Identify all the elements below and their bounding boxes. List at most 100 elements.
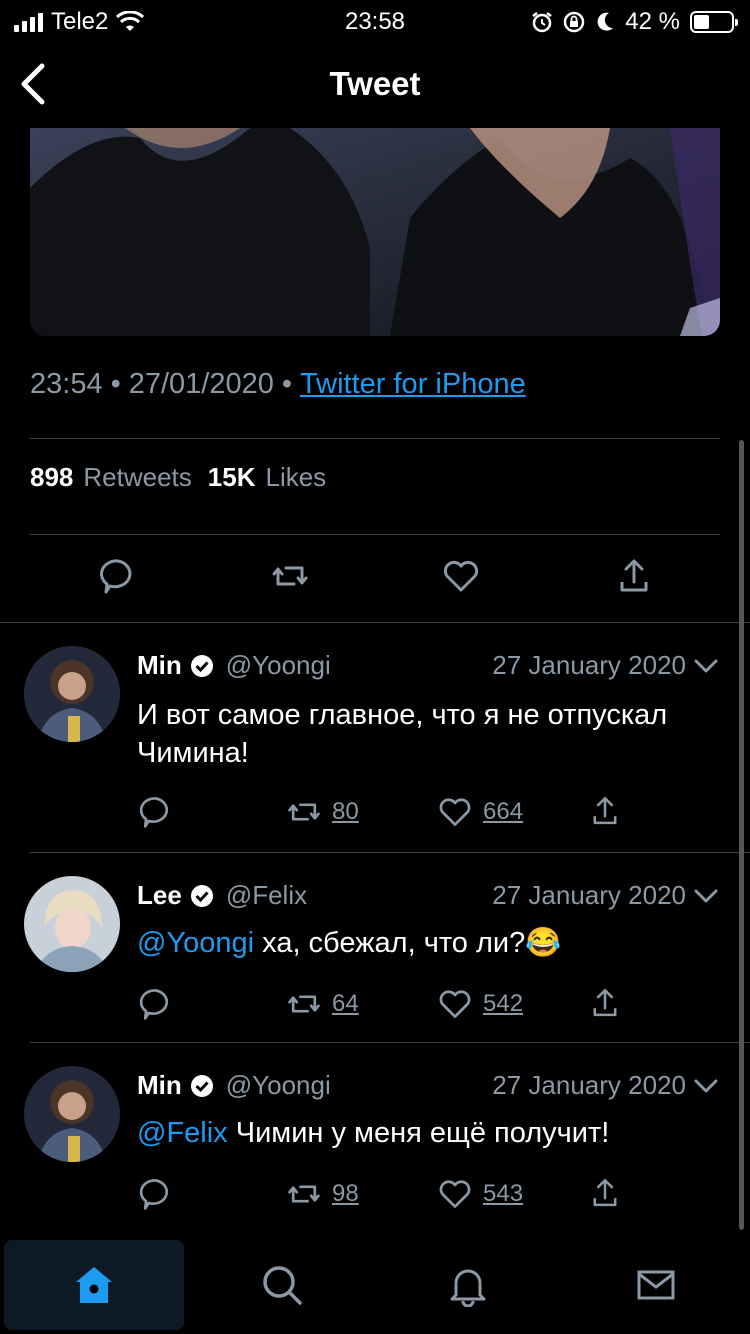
share-icon <box>593 1178 617 1207</box>
retweet-button[interactable]: 98 <box>286 1176 359 1212</box>
bell-icon <box>450 1269 486 1307</box>
author-handle[interactable]: @Felix <box>226 880 307 911</box>
reply-icon <box>139 1179 169 1210</box>
mail-icon <box>637 1270 675 1300</box>
reply-date: 27 January 2020 <box>492 650 686 680</box>
verified-icon <box>190 1074 213 1097</box>
reply-icon <box>139 989 169 1020</box>
avatar[interactable] <box>24 876 120 972</box>
tab-notifications[interactable] <box>378 1240 558 1330</box>
reply-date: 27 January 2020 <box>492 880 686 910</box>
reply-tweet[interactable]: Lee @Felix 27 January 2020 @Yoongi ха, с… <box>0 852 750 1042</box>
status-bar: Tele2 23:58 42 % <box>0 0 750 40</box>
reply-author: Min @Yoongi <box>137 1070 331 1101</box>
reply-tweet[interactable]: Min @Yoongi 27 January 2020 @Felix Чимин… <box>0 1042 750 1232</box>
retweet-icon <box>288 803 320 821</box>
tab-messages[interactable] <box>566 1240 746 1330</box>
rotation-lock-icon <box>564 11 585 33</box>
reply-actions: 64 542 <box>0 986 750 1026</box>
avatar[interactable] <box>24 1066 120 1162</box>
likes-label[interactable]: Likes <box>265 462 326 493</box>
meta-separator: • <box>110 368 121 400</box>
retweet-count[interactable]: 98 <box>332 1180 359 1208</box>
reply-date: 27 January 2020 <box>492 1070 686 1100</box>
tweet-stats: 898 Retweets 15K Likes <box>30 462 332 493</box>
like-icon <box>439 798 471 826</box>
tweet-date: 27/01/2020 <box>128 368 274 400</box>
reply-button[interactable] <box>138 986 174 1022</box>
reply-actions: 98 543 <box>0 1176 750 1216</box>
reply-author: Lee @Felix <box>137 880 307 911</box>
reply-mention[interactable]: @Yoongi <box>137 927 254 959</box>
chevron-down-icon[interactable] <box>692 1072 720 1100</box>
share-button[interactable] <box>588 1176 622 1210</box>
chevron-down-icon[interactable] <box>692 652 720 680</box>
avatar[interactable] <box>24 646 120 742</box>
tab-search[interactable] <box>192 1240 372 1330</box>
share-button[interactable] <box>588 794 622 828</box>
reply-actions: 80 664 <box>0 794 750 834</box>
tab-bar <box>0 1236 750 1334</box>
search-icon <box>263 1266 302 1305</box>
scrollbar[interactable] <box>739 440 744 1230</box>
like-icon[interactable] <box>441 556 481 596</box>
retweets-count[interactable]: 898 <box>30 462 73 493</box>
page-title: Tweet <box>329 65 421 102</box>
reply-body: ха, сбежал, что ли?😂 <box>262 927 562 959</box>
retweet-icon[interactable] <box>270 556 310 596</box>
reply-tweet[interactable]: Min @Yoongi 27 January 2020 И вот самое … <box>0 622 750 852</box>
retweet-button[interactable]: 64 <box>286 986 359 1022</box>
header: Tweet <box>0 40 750 128</box>
like-button[interactable]: 543 <box>437 1176 523 1212</box>
reply-author: Min @Yoongi <box>137 650 331 681</box>
author-handle[interactable]: @Yoongi <box>226 650 331 681</box>
status-right: 42 % <box>531 8 738 36</box>
retweet-count[interactable]: 80 <box>332 798 359 826</box>
reply-icon <box>139 797 169 828</box>
retweet-count[interactable]: 64 <box>332 990 359 1018</box>
reply-mention[interactable]: @Felix <box>137 1117 228 1149</box>
like-icon <box>439 1180 471 1208</box>
tweet-media-image[interactable] <box>30 128 720 336</box>
reply-button[interactable] <box>138 1176 174 1212</box>
divider <box>30 534 720 535</box>
share-button[interactable] <box>588 986 622 1020</box>
reply-icon[interactable] <box>98 556 138 596</box>
like-count[interactable]: 542 <box>483 990 523 1018</box>
tweet-time: 23:54 <box>30 368 103 400</box>
meta-separator: • <box>281 368 293 400</box>
retweet-icon <box>288 995 320 1013</box>
moon-icon <box>597 12 614 31</box>
reply-button[interactable] <box>138 794 174 830</box>
author-handle[interactable]: @Yoongi <box>226 1070 331 1101</box>
reply-body: И вот самое главное, что я не отпускал Ч… <box>137 699 668 769</box>
retweet-button[interactable]: 80 <box>286 794 359 830</box>
battery-icon <box>690 11 738 33</box>
like-button[interactable]: 664 <box>437 794 523 830</box>
verified-icon <box>190 654 213 677</box>
share-icon[interactable] <box>614 556 654 596</box>
tab-home[interactable] <box>4 1240 184 1330</box>
verified-icon <box>190 884 213 907</box>
chevron-down-icon[interactable] <box>692 882 720 910</box>
reply-text: @Felix Чимин у меня ещё получит! <box>137 1114 697 1152</box>
alarm-icon <box>532 12 553 33</box>
author-name[interactable]: Min <box>137 1070 182 1101</box>
like-icon <box>439 990 471 1018</box>
tweet-source-link[interactable]: Twitter for iPhone <box>300 368 526 401</box>
like-count[interactable]: 543 <box>483 1180 523 1208</box>
tweet-meta: 23:54 • 27/01/2020 • Twitter for iPhone <box>30 368 526 401</box>
divider <box>30 438 720 439</box>
retweet-icon <box>288 1185 320 1203</box>
reply-body: Чимин у меня ещё получит! <box>235 1117 610 1149</box>
like-button[interactable]: 542 <box>437 986 523 1022</box>
share-icon <box>593 988 617 1017</box>
author-name[interactable]: Min <box>137 650 182 681</box>
author-name[interactable]: Lee <box>137 880 182 911</box>
battery-percent: 42 % <box>625 8 680 35</box>
like-count[interactable]: 664 <box>483 798 523 826</box>
reply-text: И вот самое главное, что я не отпускал Ч… <box>137 696 697 772</box>
likes-count[interactable]: 15K <box>208 462 256 493</box>
retweets-label[interactable]: Retweets <box>83 462 191 493</box>
reply-text: @Yoongi ха, сбежал, что ли?😂 <box>137 924 697 962</box>
